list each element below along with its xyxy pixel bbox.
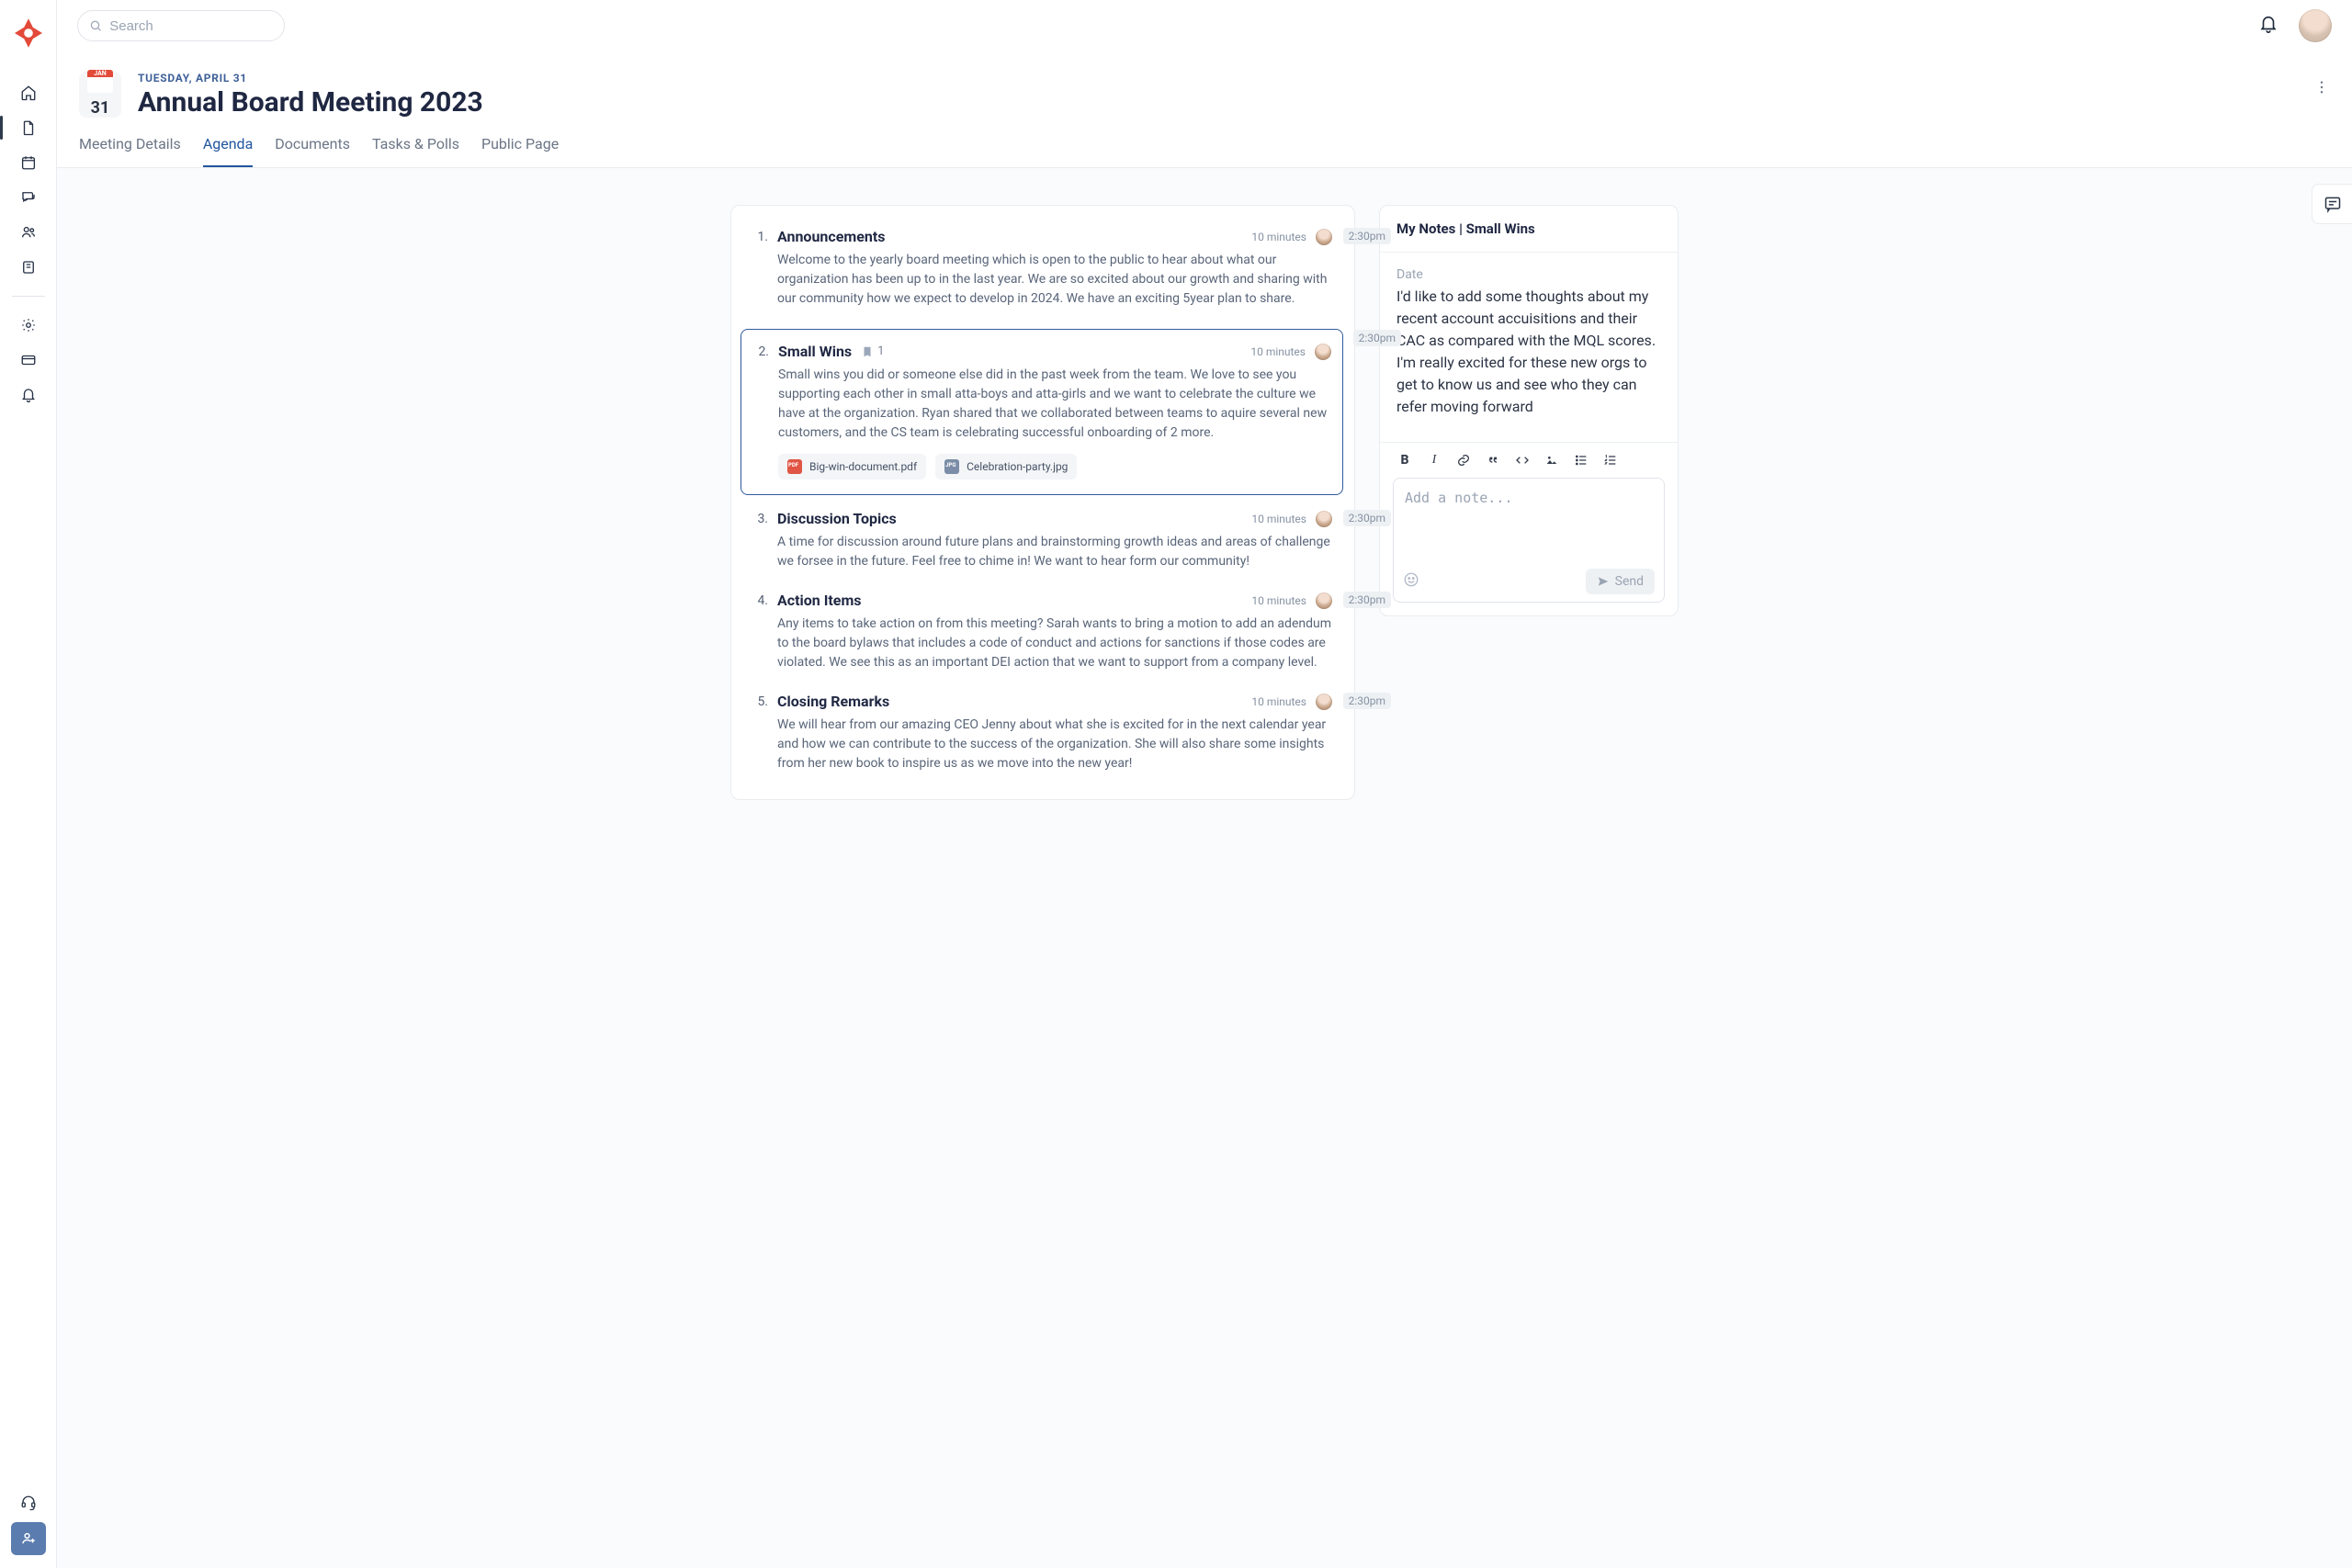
page-header: JAN 31 TUESDAY, APRIL 31 Annual Board Me… bbox=[57, 51, 2352, 118]
tab-tasks-polls[interactable]: Tasks & Polls bbox=[372, 135, 459, 167]
presenter-avatar bbox=[1316, 511, 1332, 527]
notes-panel: My Notes | Small Wins Date I'd like to a… bbox=[1379, 205, 1679, 616]
agenda-item-title: Closing Remarks bbox=[777, 693, 889, 710]
nav-add-user[interactable] bbox=[11, 1522, 46, 1555]
agenda-item-title: Announcements bbox=[777, 228, 885, 245]
agenda-item-desc: We will hear from our amazing CEO Jenny … bbox=[777, 716, 1332, 773]
image-icon[interactable] bbox=[1544, 452, 1560, 468]
nav-notifications[interactable] bbox=[11, 379, 46, 411]
quote-icon[interactable] bbox=[1485, 452, 1501, 468]
floating-chat-button[interactable] bbox=[2312, 184, 2352, 224]
tab-agenda[interactable]: Agenda bbox=[203, 135, 253, 167]
tab-meeting-details[interactable]: Meeting Details bbox=[79, 135, 181, 167]
nav-document[interactable] bbox=[11, 112, 46, 143]
agenda-item-desc: Small wins you did or someone else did i… bbox=[778, 366, 1331, 443]
note-textarea[interactable] bbox=[1394, 479, 1664, 561]
agenda-item-duration: 10 minutes bbox=[1251, 513, 1306, 525]
send-button[interactable]: Send bbox=[1586, 569, 1655, 594]
send-label: Send bbox=[1615, 574, 1644, 589]
agenda-item[interactable]: 2:30pm 2. Small Wins 1 10 minutes bbox=[741, 329, 1343, 495]
attachment-chip[interactable]: Big-win-document.pdf bbox=[778, 454, 926, 479]
note-count-badge: 1 bbox=[861, 344, 884, 358]
send-icon bbox=[1597, 575, 1610, 588]
bullet-list-icon[interactable] bbox=[1573, 452, 1589, 468]
timeline-time: 2:30pm bbox=[1343, 510, 1391, 526]
agenda-item-number: 4. bbox=[748, 592, 768, 672]
nav-settings[interactable] bbox=[11, 310, 46, 341]
presenter-avatar bbox=[1316, 592, 1332, 609]
notes-date-label: Date bbox=[1396, 267, 1661, 282]
left-sidebar bbox=[0, 0, 57, 1568]
topbar bbox=[57, 0, 2352, 51]
agenda-item-number: 5. bbox=[748, 693, 768, 773]
date-day: 31 bbox=[91, 98, 110, 118]
date-month: JAN bbox=[87, 70, 113, 77]
top-notifications-icon[interactable] bbox=[2258, 14, 2278, 38]
agenda-item[interactable]: 2:30pm 1. Announcements 10 minutes Welco… bbox=[748, 228, 1332, 329]
tab-documents[interactable]: Documents bbox=[275, 135, 350, 167]
nav-divider bbox=[12, 296, 45, 297]
agenda-item-duration: 10 minutes bbox=[1251, 231, 1306, 243]
agenda-item-number: 1. bbox=[748, 228, 768, 309]
presenter-avatar bbox=[1316, 229, 1332, 245]
attachment-label: Big-win-document.pdf bbox=[809, 460, 917, 473]
logo bbox=[12, 17, 45, 50]
agenda-item-desc: Any items to take action on from this me… bbox=[777, 615, 1332, 672]
page-title: Annual Board Meeting 2023 bbox=[138, 86, 483, 118]
nav-people[interactable] bbox=[11, 217, 46, 248]
user-avatar[interactable] bbox=[2299, 9, 2332, 42]
nav-support[interactable] bbox=[11, 1487, 46, 1518]
agenda-item-number: 2. bbox=[749, 343, 769, 479]
nav-billing[interactable] bbox=[11, 344, 46, 376]
header-eyebrow: TUESDAY, APRIL 31 bbox=[138, 72, 483, 85]
attachments: Big-win-document.pdf Celebration-party.j… bbox=[778, 454, 1331, 479]
search-box[interactable] bbox=[77, 10, 285, 41]
bold-icon[interactable]: B bbox=[1396, 452, 1413, 468]
link-icon[interactable] bbox=[1455, 452, 1472, 468]
attachment-label: Celebration-party.jpg bbox=[967, 460, 1068, 473]
pdf-icon bbox=[787, 459, 802, 474]
notes-body-text: I'd like to add some thoughts about my r… bbox=[1396, 286, 1661, 418]
agenda-item[interactable]: 2:30pm 3. Discussion Topics 10 minutes A… bbox=[748, 510, 1332, 592]
note-count: 1 bbox=[877, 344, 884, 358]
note-editor: Send bbox=[1393, 478, 1665, 603]
agenda-item[interactable]: 2:30pm 4. Action Items 10 minutes Any it… bbox=[748, 592, 1332, 693]
tabs: Meeting Details Agenda Documents Tasks &… bbox=[57, 118, 2352, 168]
presenter-avatar bbox=[1316, 694, 1332, 710]
header-more-icon[interactable] bbox=[2313, 72, 2330, 99]
nav-calendar[interactable] bbox=[11, 147, 46, 178]
agenda-item-duration: 10 minutes bbox=[1251, 594, 1306, 607]
attachment-chip[interactable]: Celebration-party.jpg bbox=[935, 454, 1077, 479]
search-icon bbox=[89, 18, 102, 33]
agenda-item-duration: 10 minutes bbox=[1250, 345, 1306, 358]
agenda-item[interactable]: 2:30pm 5. Closing Remarks 10 minutes We … bbox=[748, 693, 1332, 773]
agenda-item-desc: A time for discussion around future plan… bbox=[777, 533, 1332, 571]
search-input[interactable] bbox=[109, 18, 273, 34]
jpg-icon bbox=[944, 459, 959, 474]
nav-messages[interactable] bbox=[11, 182, 46, 213]
tab-public-page[interactable]: Public Page bbox=[481, 135, 559, 167]
date-badge: JAN 31 bbox=[79, 72, 121, 118]
timeline-time: 2:30pm bbox=[1343, 592, 1391, 608]
timeline-time: 2:30pm bbox=[1343, 228, 1391, 244]
timeline-time: 2:30pm bbox=[1353, 330, 1401, 346]
italic-icon[interactable]: I bbox=[1426, 452, 1442, 468]
note-icon bbox=[861, 345, 874, 358]
numbered-list-icon[interactable] bbox=[1602, 452, 1619, 468]
agenda-item-duration: 10 minutes bbox=[1251, 695, 1306, 708]
presenter-avatar bbox=[1315, 344, 1331, 360]
agenda-item-title: Action Items bbox=[777, 592, 862, 609]
agenda-item-desc: Welcome to the yearly board meeting whic… bbox=[777, 251, 1332, 309]
agenda-item-title: Small Wins bbox=[778, 343, 852, 360]
agenda-item-number: 3. bbox=[748, 510, 768, 571]
code-icon[interactable] bbox=[1514, 452, 1531, 468]
editor-toolbar: B I bbox=[1393, 443, 1665, 478]
notes-title: My Notes | Small Wins bbox=[1396, 220, 1661, 237]
emoji-icon[interactable] bbox=[1403, 571, 1419, 592]
nav-book[interactable] bbox=[11, 252, 46, 283]
nav-home[interactable] bbox=[11, 77, 46, 108]
agenda-item-title: Discussion Topics bbox=[777, 510, 897, 527]
agenda-card: 2:30pm 1. Announcements 10 minutes Welco… bbox=[730, 205, 1355, 800]
timeline-time: 2:30pm bbox=[1343, 693, 1391, 709]
